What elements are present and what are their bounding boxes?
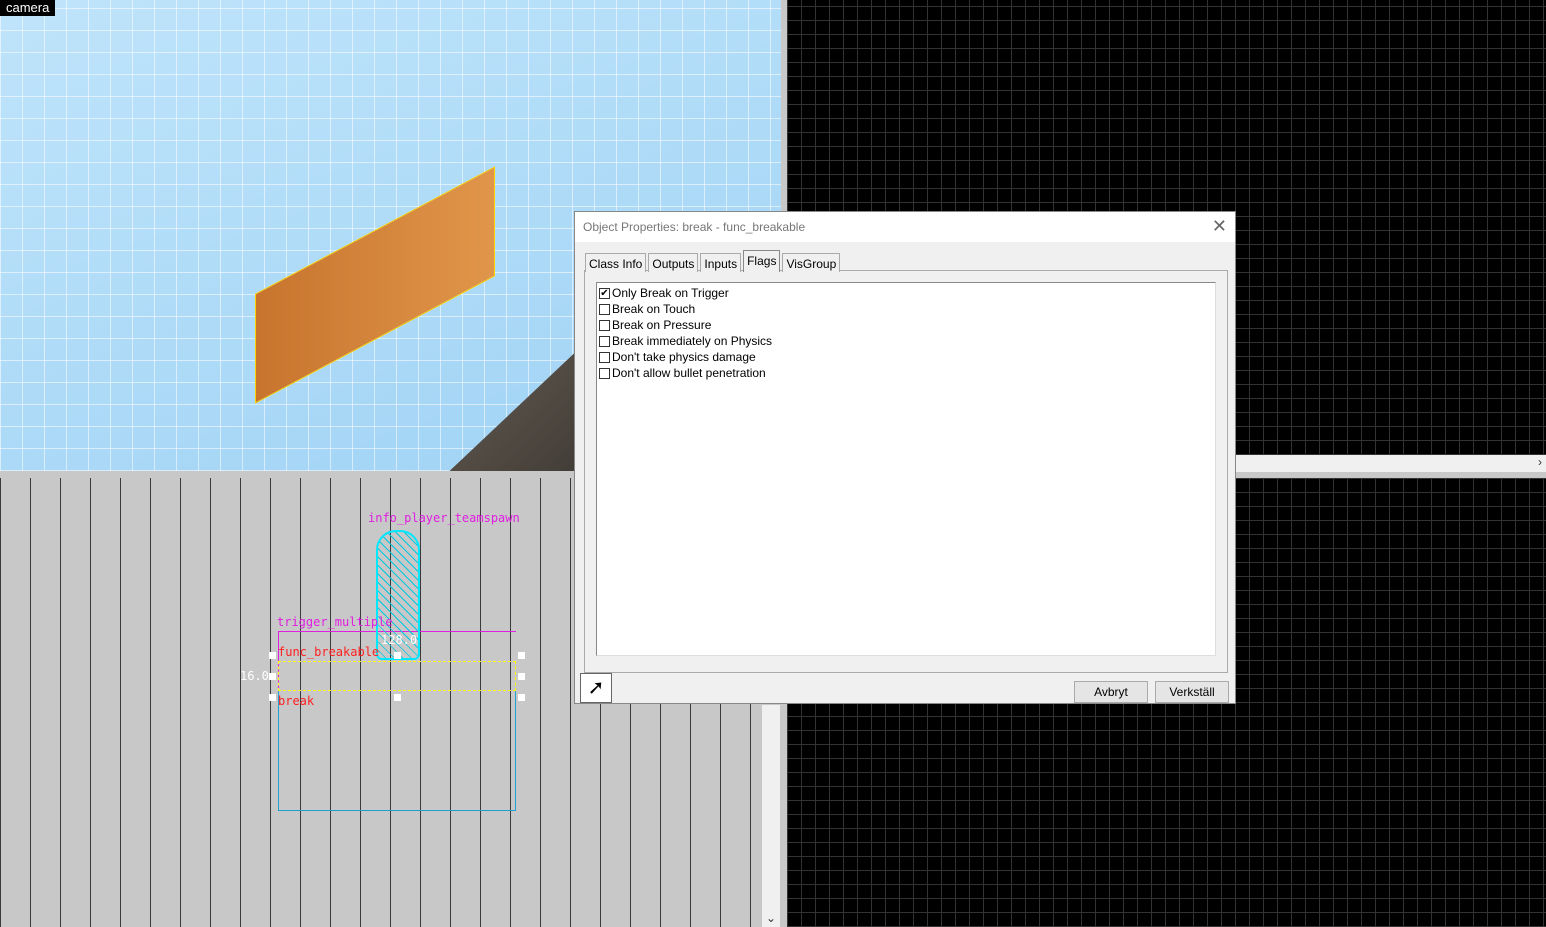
- resize-handle[interactable]: [518, 652, 525, 659]
- eyedropper-pointer-icon[interactable]: ➚: [580, 673, 612, 703]
- object-properties-dialog: Object Properties: break - func_breakabl…: [574, 211, 1236, 704]
- resize-handle[interactable]: [518, 673, 525, 680]
- dialog-title: Object Properties: break - func_breakabl…: [575, 212, 1235, 242]
- selection-box[interactable]: [278, 661, 516, 691]
- camera-label: camera: [0, 0, 56, 16]
- resize-handle[interactable]: [394, 652, 401, 659]
- flag-label: Break immediately on Physics: [612, 334, 773, 348]
- resize-handle[interactable]: [269, 652, 276, 659]
- flag-label: Break on Pressure: [612, 318, 712, 332]
- checkbox[interactable]: [599, 303, 610, 315]
- width-readout: 128.0: [381, 633, 418, 647]
- flag-item[interactable]: Break on Pressure: [599, 317, 1213, 333]
- tab-class-info[interactable]: Class Info: [585, 253, 647, 272]
- flag-item[interactable]: ✔ Only Break on Trigger: [599, 285, 1213, 301]
- checkbox[interactable]: [599, 335, 610, 347]
- resize-handle[interactable]: [269, 673, 276, 680]
- resize-handle[interactable]: [394, 694, 401, 701]
- name-label: break: [278, 694, 315, 708]
- trigger-label: trigger_multiple: [277, 615, 393, 629]
- flag-item[interactable]: Don't allow bullet penetration: [599, 365, 1213, 381]
- horizontal-scrollbar[interactable]: ›: [1236, 455, 1546, 472]
- trigger-outline-lower: [278, 691, 516, 811]
- chevron-right-icon[interactable]: ›: [1538, 455, 1542, 469]
- flag-label: Only Break on Trigger: [612, 286, 729, 300]
- close-icon[interactable]: ✕: [1212, 216, 1227, 237]
- checkbox[interactable]: ✔: [599, 287, 610, 299]
- tab-outputs[interactable]: Outputs: [648, 253, 699, 272]
- apply-button[interactable]: Verkställ: [1155, 681, 1229, 703]
- resize-handle[interactable]: [518, 694, 525, 701]
- checkbox[interactable]: [599, 351, 610, 363]
- flag-item[interactable]: Break on Touch: [599, 301, 1213, 317]
- breakable-brush-3d[interactable]: [255, 166, 495, 404]
- chevron-down-icon[interactable]: ⌄: [766, 911, 776, 925]
- cancel-button[interactable]: Avbryt: [1074, 681, 1148, 703]
- height-readout: 16.0: [240, 669, 269, 683]
- breakable-label: func_breakable: [278, 645, 380, 659]
- checkbox[interactable]: [599, 319, 610, 331]
- flags-panel: ✔ Only Break on Trigger Break on Touch Br…: [584, 270, 1228, 673]
- vertical-scrollbar[interactable]: ⌄: [762, 705, 780, 927]
- flag-label: Don't allow bullet penetration: [612, 366, 766, 380]
- resize-handle[interactable]: [269, 694, 276, 701]
- flag-item[interactable]: Don't take physics damage: [599, 349, 1213, 365]
- tab-inputs[interactable]: Inputs: [700, 253, 742, 272]
- entity-label: info_player_teamspawn: [368, 511, 520, 525]
- flag-item[interactable]: Break immediately on Physics: [599, 333, 1213, 349]
- tab-bar: Class Info Outputs Inputs Flags VisGroup: [585, 250, 842, 272]
- flag-label: Don't take physics damage: [612, 350, 756, 364]
- flag-label: Break on Touch: [612, 302, 696, 316]
- tab-visgroup[interactable]: VisGroup: [782, 253, 841, 272]
- tab-flags[interactable]: Flags: [743, 250, 781, 272]
- flags-list: ✔ Only Break on Trigger Break on Touch Br…: [596, 282, 1216, 656]
- checkbox[interactable]: [599, 367, 610, 379]
